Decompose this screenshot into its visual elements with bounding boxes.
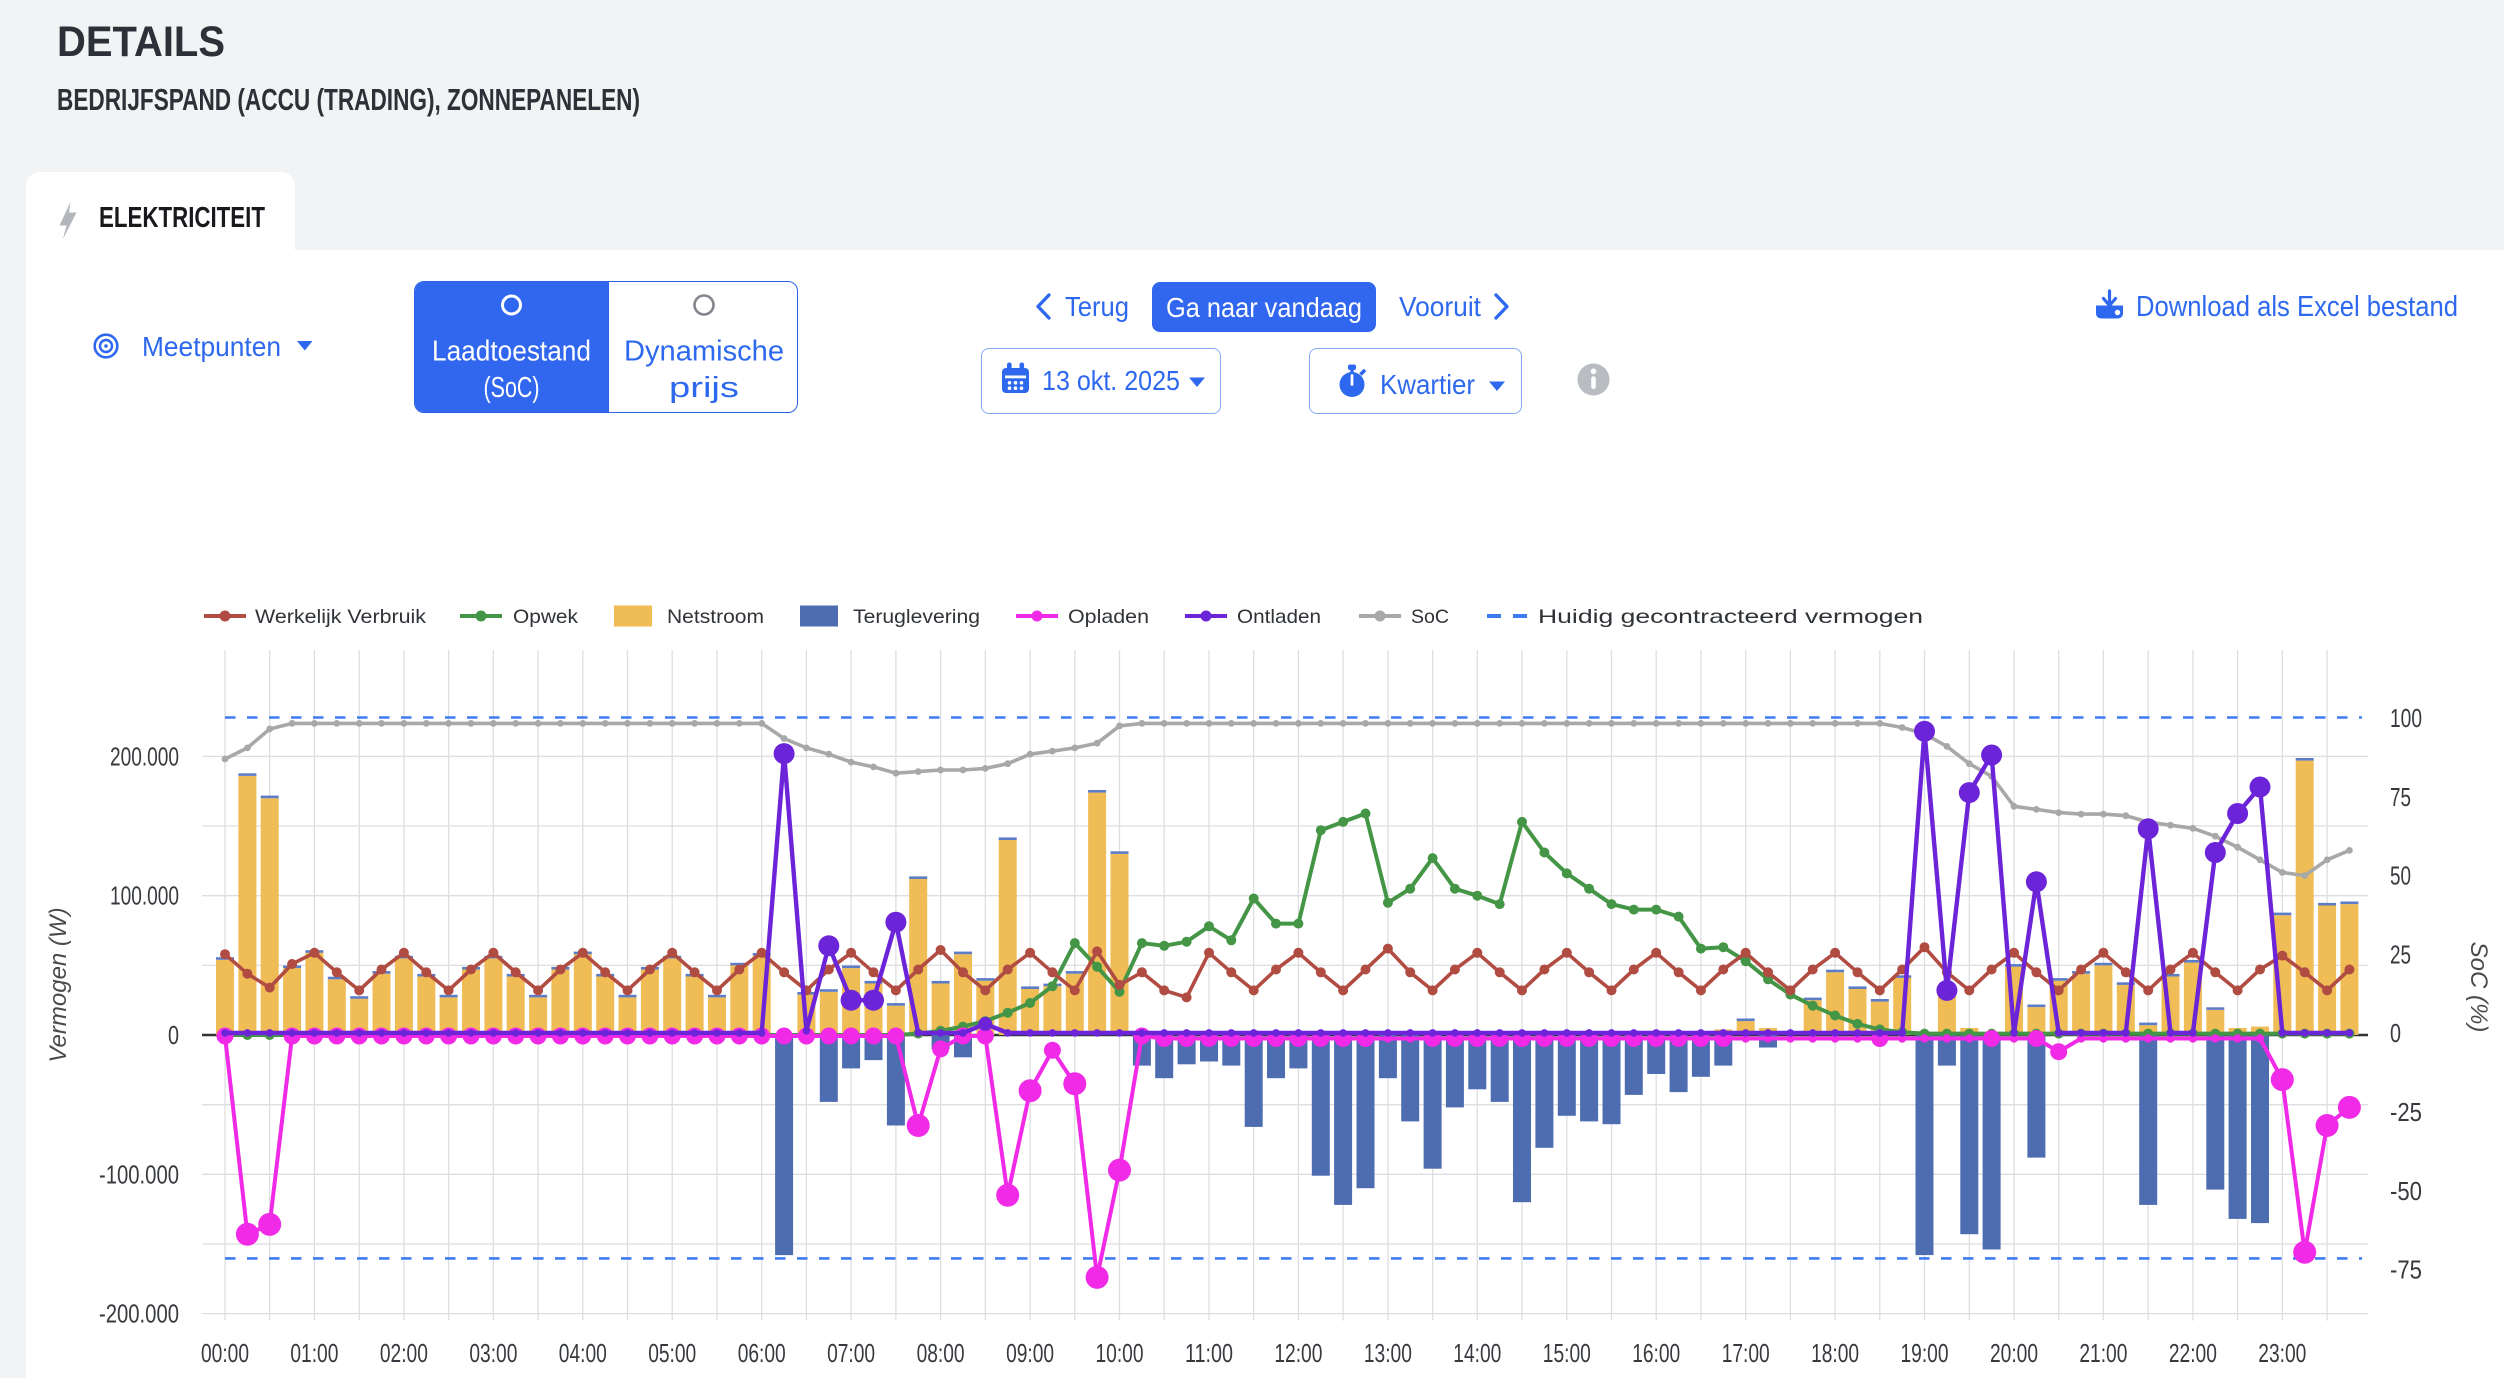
svg-text:-100.000: -100.000 [99, 1159, 179, 1189]
svg-text:SoC: SoC [1411, 606, 1449, 628]
svg-text:50: 50 [2390, 861, 2411, 891]
svg-text:Opwek: Opwek [513, 606, 578, 628]
svg-text:06:00: 06:00 [738, 1338, 786, 1368]
svg-text:25: 25 [2390, 939, 2411, 969]
svg-text:Download als Excel bestand: Download als Excel bestand [2136, 291, 2458, 322]
svg-text:Dynamische: Dynamische [624, 336, 784, 368]
svg-text:13:00: 13:00 [1364, 1338, 1412, 1368]
svg-text:10:00: 10:00 [1096, 1338, 1144, 1368]
svg-text:0: 0 [2390, 1018, 2401, 1048]
svg-text:21:00: 21:00 [2079, 1338, 2127, 1368]
svg-text:Teruglevering: Teruglevering [853, 606, 980, 628]
svg-text:-25: -25 [2390, 1097, 2422, 1127]
svg-text:04:00: 04:00 [559, 1338, 607, 1368]
svg-text:Vooruit: Vooruit [1399, 291, 1481, 322]
svg-text:Netstroom: Netstroom [667, 606, 764, 628]
svg-text:100: 100 [2390, 703, 2422, 733]
svg-text:00:00: 00:00 [201, 1338, 249, 1368]
svg-text:75: 75 [2390, 782, 2411, 812]
svg-text:22:00: 22:00 [2169, 1338, 2217, 1368]
svg-text:-75: -75 [2390, 1255, 2422, 1285]
svg-text:-200.000: -200.000 [99, 1299, 179, 1329]
svg-text:Ga naar vandaag: Ga naar vandaag [1166, 292, 1362, 323]
svg-text:DETAILS: DETAILS [57, 18, 225, 66]
svg-text:23:00: 23:00 [2258, 1338, 2306, 1368]
svg-text:17:00: 17:00 [1722, 1338, 1770, 1368]
svg-text:Werkelijk Verbruik: Werkelijk Verbruik [255, 606, 426, 628]
svg-text:(SoC): (SoC) [484, 372, 540, 404]
svg-text:Meetpunten: Meetpunten [142, 331, 281, 362]
svg-text:100.000: 100.000 [110, 881, 179, 911]
svg-text:14:00: 14:00 [1453, 1338, 1501, 1368]
svg-text:07:00: 07:00 [827, 1338, 875, 1368]
svg-text:02:00: 02:00 [380, 1338, 428, 1368]
svg-text:11:00: 11:00 [1185, 1338, 1233, 1368]
svg-text:20:00: 20:00 [1990, 1338, 2038, 1368]
svg-text:16:00: 16:00 [1632, 1338, 1680, 1368]
svg-text:01:00: 01:00 [290, 1338, 338, 1368]
svg-text:Terug: Terug [1065, 291, 1129, 322]
svg-text:08:00: 08:00 [917, 1338, 965, 1368]
svg-text:13 okt. 2025: 13 okt. 2025 [1042, 365, 1180, 396]
svg-text:Ontladen: Ontladen [1237, 606, 1321, 628]
svg-text:Kwartier: Kwartier [1380, 369, 1475, 400]
svg-text:Opladen: Opladen [1068, 606, 1149, 628]
svg-text:09:00: 09:00 [1006, 1338, 1054, 1368]
svg-text:05:00: 05:00 [648, 1338, 696, 1368]
svg-text:Huidig gecontracteerd vermogen: Huidig gecontracteerd vermogen [1538, 606, 1923, 628]
svg-text:03:00: 03:00 [469, 1338, 517, 1368]
svg-text:0: 0 [168, 1020, 179, 1050]
svg-text:SoC (%): SoC (%) [2465, 942, 2492, 1033]
svg-text:19:00: 19:00 [1901, 1338, 1949, 1368]
svg-text:BEDRIJFSPAND (ACCU (TRADING),: BEDRIJFSPAND (ACCU (TRADING), ZONNEPANEL… [57, 82, 640, 117]
svg-text:ELEKTRICITEIT: ELEKTRICITEIT [99, 202, 265, 234]
svg-text:Laadtoestand: Laadtoestand [432, 336, 591, 368]
svg-text:12:00: 12:00 [1274, 1338, 1322, 1368]
svg-text:18:00: 18:00 [1811, 1338, 1859, 1368]
svg-text:Vermogen (W): Vermogen (W) [45, 907, 72, 1062]
svg-text:prijs: prijs [669, 372, 739, 404]
svg-text:-50: -50 [2390, 1176, 2422, 1206]
svg-text:200.000: 200.000 [110, 741, 179, 771]
svg-text:15:00: 15:00 [1543, 1338, 1591, 1368]
